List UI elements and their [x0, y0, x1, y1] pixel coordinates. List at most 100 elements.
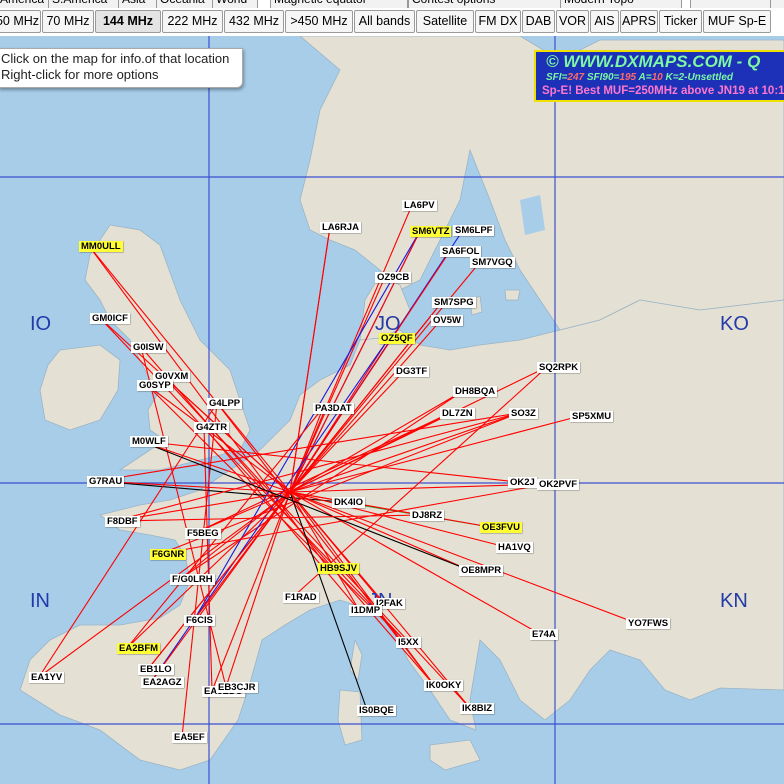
band-144mhz-button[interactable]: 144 MHz: [95, 10, 161, 33]
station-label[interactable]: G7RAU: [87, 476, 125, 487]
station-label[interactable]: G4ZTR: [194, 422, 230, 433]
station-label[interactable]: G0SYP: [137, 380, 173, 391]
sfi90-value: 195: [619, 72, 637, 83]
region-oceania-button[interactable]: Oceania: [156, 0, 216, 8]
region-samerica-button[interactable]: S.America: [48, 0, 122, 8]
a-index-label: A=: [638, 72, 652, 83]
region-asia-button[interactable]: Asia: [118, 0, 160, 8]
dab-button[interactable]: DAB: [522, 10, 555, 33]
help-line-2: Right-click for more options: [1, 67, 159, 82]
station-label[interactable]: SM7SPG: [432, 297, 476, 308]
station-label[interactable]: EB3CJR: [216, 682, 258, 693]
sfi90-label: SFI90=: [586, 72, 620, 83]
station-label[interactable]: SM6VTZ: [410, 226, 452, 237]
station-label[interactable]: G4LPP: [207, 398, 243, 409]
station-label[interactable]: G0ISW: [131, 342, 166, 353]
sfi-value: 247: [567, 72, 585, 83]
station-label[interactable]: OK2J: [508, 477, 537, 488]
a-index-value: 10: [651, 72, 663, 83]
station-label[interactable]: OV5W: [431, 315, 463, 326]
station-label[interactable]: SA6FOL: [440, 246, 482, 257]
band-50mhz-button[interactable]: 50 MHz: [0, 10, 41, 33]
propagation-map[interactable]: IO JO KO IN JN KN LA6PVLA6RJASM6VTZSM6LP…: [0, 36, 784, 784]
station-label[interactable]: HB9SJV: [318, 563, 359, 574]
station-label[interactable]: LA6PV: [402, 200, 437, 211]
region-america-button[interactable]: America: [0, 0, 50, 8]
band-70mhz-button[interactable]: 70 MHz: [42, 10, 94, 33]
station-label[interactable]: EA1YV: [29, 672, 65, 683]
banner-title: © WWW.DXMAPS.COM - Q: [546, 52, 761, 71]
station-label[interactable]: SM7VGQ: [470, 257, 515, 268]
grid-label-ko: KO: [720, 313, 749, 335]
station-label[interactable]: F6CIS: [184, 615, 215, 626]
station-label[interactable]: OE3FVU: [480, 522, 523, 533]
station-label[interactable]: OZ9CB: [375, 272, 412, 283]
ais-button[interactable]: AIS: [590, 10, 619, 33]
station-label[interactable]: GM0ICF: [90, 313, 130, 324]
satellite-button[interactable]: Satellite: [416, 10, 474, 33]
magnetic-equator-select[interactable]: Magnetic equator: [270, 0, 408, 8]
grid-label-kn: KN: [720, 590, 748, 612]
top-menu-strip: America S.America Asia Oceania World Mag…: [0, 0, 784, 8]
station-label[interactable]: SP5XMU: [570, 411, 614, 422]
station-label[interactable]: F/G0LRH: [170, 574, 215, 585]
station-label[interactable]: EA2BFM: [117, 643, 161, 654]
station-label[interactable]: EB1LO: [138, 664, 174, 675]
station-label[interactable]: DJ8RZ: [410, 510, 445, 521]
station-label[interactable]: PA3DAT: [313, 403, 354, 414]
k-index-value: 2-Unsettled: [678, 72, 733, 83]
band-222mhz-button[interactable]: 222 MHz: [162, 10, 223, 33]
contest-options-select[interactable]: Contest options: [408, 0, 562, 8]
station-label[interactable]: EA2AGZ: [141, 677, 184, 688]
solar-data: SFI=247 SFI90=195 A=10 K=2-Unsettled: [546, 72, 733, 83]
band-above450mhz-button[interactable]: >450 MHz: [285, 10, 353, 33]
station-label[interactable]: SQ2RPK: [537, 362, 581, 373]
station-label[interactable]: DG3TF: [394, 366, 430, 377]
map-canvas[interactable]: [0, 36, 784, 784]
station-label[interactable]: IK0OKY: [424, 680, 464, 691]
region-world-button[interactable]: World: [212, 0, 258, 8]
vor-button[interactable]: VOR: [556, 10, 589, 33]
band-432mhz-button[interactable]: 432 MHz: [224, 10, 284, 33]
station-label[interactable]: IS0BQE: [357, 705, 396, 716]
station-label[interactable]: OZ5QF: [379, 333, 415, 344]
station-label[interactable]: M0WLF: [130, 436, 168, 447]
station-label[interactable]: DL7ZN: [440, 408, 475, 419]
station-label[interactable]: OE8MPR: [459, 565, 504, 576]
station-label[interactable]: HA1VQ: [496, 542, 533, 553]
station-label[interactable]: SO3Z: [509, 408, 538, 419]
ticker-button[interactable]: Ticker: [659, 10, 702, 33]
more-button[interactable]: [770, 0, 784, 8]
station-label[interactable]: F6GNR: [150, 549, 187, 560]
grid-label-io: IO: [30, 313, 52, 335]
station-label[interactable]: IK8BIZ: [460, 703, 495, 714]
station-label[interactable]: I5XX: [396, 637, 421, 648]
aprs-button[interactable]: APRS: [620, 10, 658, 33]
station-label[interactable]: F1RAD: [283, 592, 319, 603]
map-style-select[interactable]: Modern Topo: [560, 0, 682, 8]
sfi-label: SFI=: [546, 72, 568, 83]
grid-label-in: IN: [30, 590, 50, 612]
map-help-tooltip: Click on the map for info.of that locati…: [0, 48, 243, 88]
band-all-button[interactable]: All bands: [354, 10, 415, 33]
station-label[interactable]: YO7FWS: [626, 618, 671, 629]
band-selector: 50 MHz 70 MHz 144 MHz 222 MHz 432 MHz >4…: [0, 8, 784, 34]
fm-dx-button[interactable]: FM DX: [475, 10, 521, 33]
muf-spe-button[interactable]: MUF Sp-E: [703, 10, 771, 33]
sporadic-e-alert: Sp-E! Best MUF=250MHz above JN19 at 10:1…: [542, 85, 784, 97]
dxmaps-banner[interactable]: © WWW.DXMAPS.COM - Q SFI=247 SFI90=195 A…: [534, 50, 784, 102]
station-label[interactable]: E74A: [530, 629, 558, 640]
k-index-label: K=: [665, 72, 679, 83]
station-label[interactable]: DH8BQA: [453, 386, 498, 397]
station-label[interactable]: MM0ULL: [79, 241, 123, 252]
help-line-1: Click on the map for info.of that locati…: [1, 51, 230, 66]
station-label[interactable]: EA5EF: [172, 732, 207, 743]
station-label[interactable]: I1DMP: [349, 605, 383, 616]
station-label[interactable]: OK2PVF: [537, 479, 580, 490]
station-label[interactable]: SM6LPF: [453, 225, 495, 236]
station-label[interactable]: F8DBF: [105, 516, 140, 527]
station-label[interactable]: LA6RJA: [320, 222, 361, 233]
search-field[interactable]: [690, 0, 774, 8]
station-label[interactable]: DK4IO: [332, 497, 366, 508]
station-label[interactable]: F5BEG: [185, 528, 221, 539]
